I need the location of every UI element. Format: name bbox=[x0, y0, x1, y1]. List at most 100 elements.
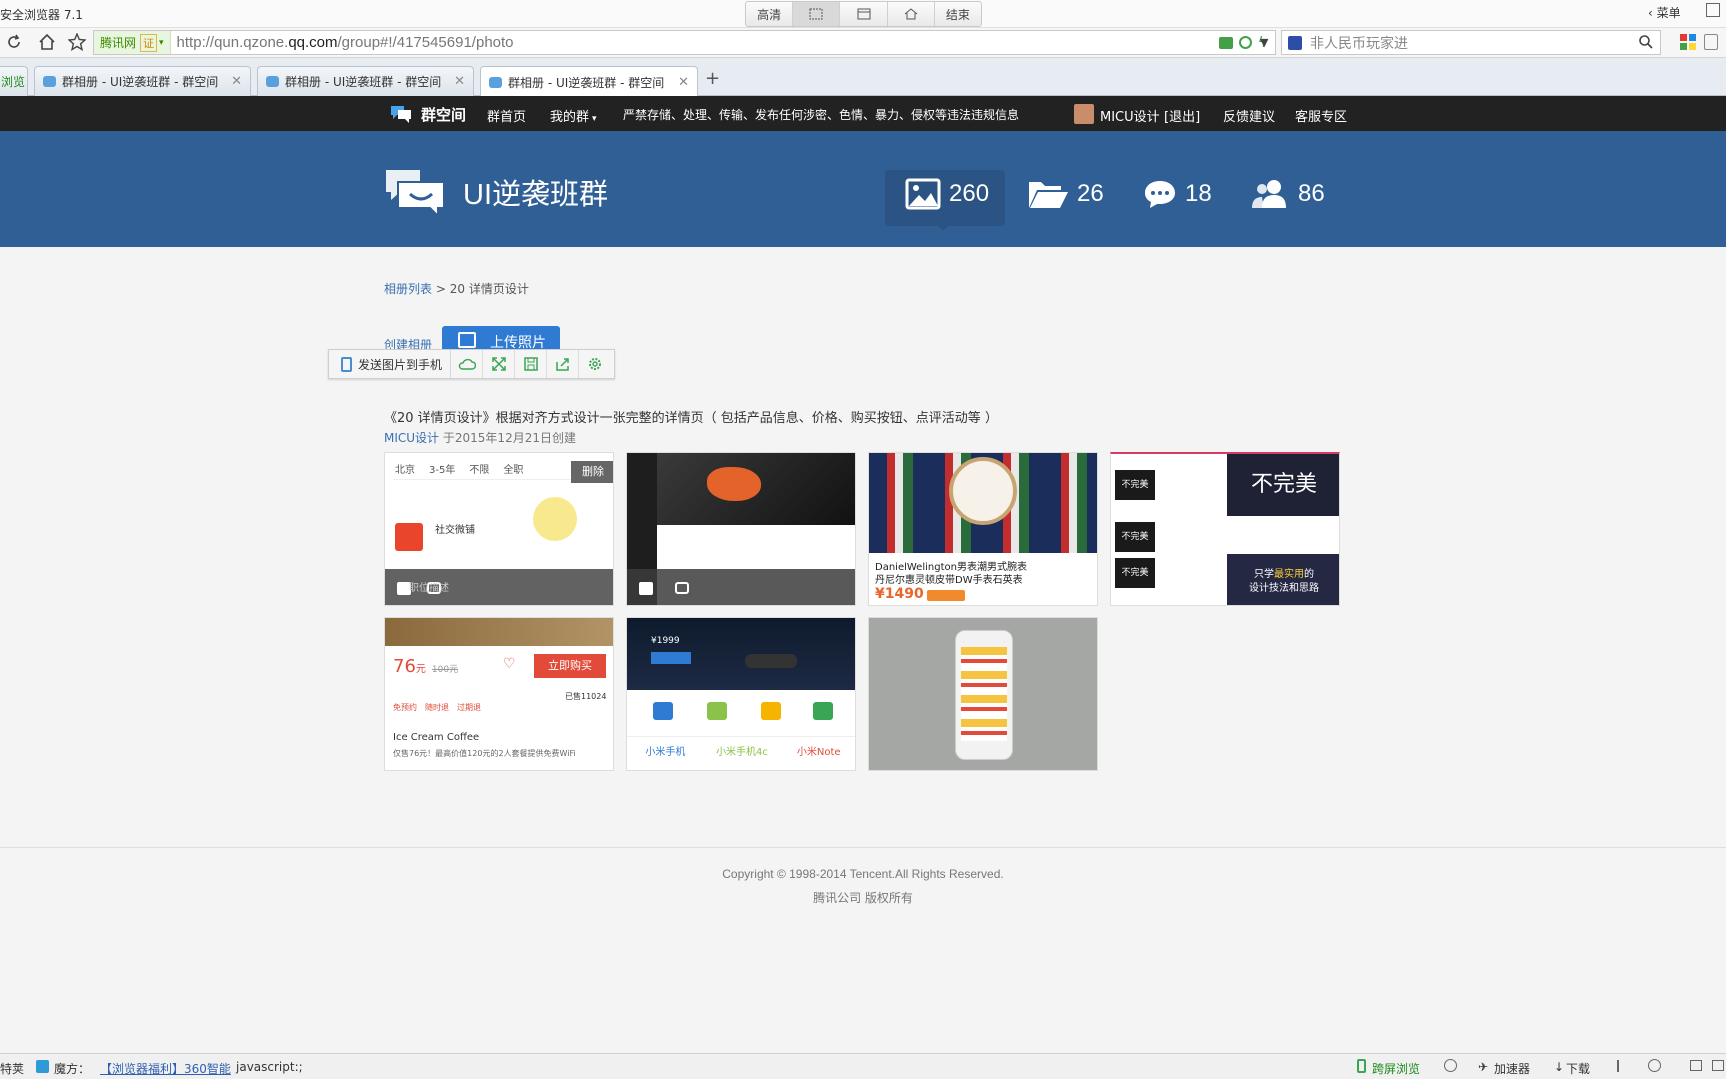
accelerator-button[interactable]: 加速器 bbox=[1494, 1060, 1530, 1077]
download-button[interactable]: 下载 bbox=[1566, 1060, 1590, 1077]
cloud-save-button[interactable] bbox=[451, 350, 484, 378]
ie-icon[interactable] bbox=[1648, 1059, 1661, 1072]
chevron-left-icon: ‹ bbox=[1648, 6, 1657, 20]
window-button[interactable] bbox=[840, 2, 888, 26]
cursor-highlight bbox=[533, 497, 577, 541]
copyright: Copyright © 1998-2014 Tencent.All Rights… bbox=[722, 867, 1004, 881]
footer-divider bbox=[0, 847, 1726, 848]
product-label: 小米手机4c bbox=[716, 747, 768, 758]
photo-hover-bar bbox=[627, 569, 855, 605]
hd-button[interactable]: 高清 bbox=[746, 2, 794, 26]
save-button[interactable] bbox=[515, 350, 548, 378]
stat-comments[interactable]: 18 bbox=[1143, 178, 1212, 210]
search-field[interactable]: 非人民币玩家进 bbox=[1281, 30, 1661, 55]
comment-icon[interactable] bbox=[675, 582, 689, 594]
user-name[interactable]: MICU设计 bbox=[1100, 106, 1160, 125]
logout-link[interactable]: [退出] bbox=[1164, 106, 1200, 125]
cloud-icon bbox=[458, 358, 476, 370]
settings-button[interactable] bbox=[579, 350, 611, 378]
status-text: javascript:; bbox=[236, 1060, 303, 1074]
nav-my-groups[interactable]: 我的群 ▾ bbox=[550, 106, 597, 125]
menu-button[interactable]: ‹ 菜单 bbox=[1648, 4, 1681, 21]
recycle-icon[interactable] bbox=[1238, 36, 1252, 49]
site-top-nav: 群空间 群首页 我的群 ▾ 严禁存储、处理、传输、发布任何涉密、色情、暴力、侵权等… bbox=[0, 96, 1726, 131]
nav-home[interactable]: 群首页 bbox=[487, 106, 526, 125]
url-text[interactable]: http://qun.qzone.qq.com/group#!/41754569… bbox=[171, 34, 514, 51]
photo-thumb-3[interactable]: DanielWelington男表潮男式腕表 丹尼尔惠灵顿皮带DW手表石英表 ¥… bbox=[868, 452, 1098, 606]
delete-button[interactable]: 删除 bbox=[571, 461, 613, 483]
file-icon bbox=[761, 702, 781, 720]
photo-caption: 职位描述 bbox=[409, 583, 449, 594]
end-button[interactable]: 结束 bbox=[935, 2, 981, 26]
active-stat-pointer bbox=[936, 224, 950, 231]
phone-icon bbox=[341, 356, 352, 372]
breadcrumb-album-list[interactable]: 相册列表 bbox=[384, 282, 432, 296]
refresh-icon[interactable] bbox=[6, 34, 22, 50]
close-tab-icon[interactable]: ✕ bbox=[448, 74, 465, 89]
watch-price: ¥1490 bbox=[875, 586, 924, 602]
photo-count: 260 bbox=[949, 180, 990, 207]
send-to-phone-button[interactable]: 发送图片到手机 bbox=[329, 350, 452, 378]
home-icon[interactable] bbox=[38, 33, 56, 51]
window-icon[interactable] bbox=[1690, 1060, 1702, 1071]
tab-album-2[interactable]: 群相册 - UI逆袭班群 - 群空间 ✕ bbox=[257, 66, 474, 96]
search-icon[interactable] bbox=[1638, 34, 1654, 50]
scooter-shape bbox=[745, 654, 797, 668]
photo-thumb-1[interactable]: 北京 3-5年 不限 全职 社交微铺 删除 职位描述 bbox=[384, 452, 614, 606]
banner-cta bbox=[651, 652, 691, 664]
photo-thumb-5[interactable]: 76元 100元 ♡ 立即购买 已售11024 免预约 随时退 过期退 Ice Cre… bbox=[384, 617, 614, 771]
avatar[interactable] bbox=[1074, 104, 1094, 124]
photo-thumb-4[interactable]: 不完美 不完美 不完美 不完美 只学最实用的 设计技法和思路 bbox=[1110, 452, 1340, 606]
close-tab-icon[interactable]: ✕ bbox=[225, 74, 242, 89]
tab-album-1[interactable]: 群相册 - UI逆袭班群 - 群空间 ✕ bbox=[34, 66, 251, 96]
photo-thumb-6[interactable]: ¥1999 小米手机 小米手机4c 小米Note bbox=[626, 617, 856, 771]
stat-photos[interactable]: 260 bbox=[905, 178, 989, 210]
photo-thumb-2[interactable] bbox=[626, 452, 856, 606]
screenshot-button[interactable] bbox=[793, 2, 841, 26]
star-icon[interactable] bbox=[68, 33, 86, 51]
album-description: 《20 详情页设计》根据对齐方式设计一张完整的详情页（ 包括产品信息、价格、购买… bbox=[384, 411, 998, 426]
reader-icon[interactable] bbox=[1218, 36, 1233, 49]
course-thumb: 不完美 bbox=[1115, 470, 1155, 500]
close-tab-icon[interactable]: ✕ bbox=[672, 75, 689, 90]
site-verify-badge[interactable]: 腾讯网证 ▾ bbox=[94, 31, 171, 54]
stat-albums[interactable]: 26 bbox=[1027, 178, 1104, 210]
promo-link[interactable]: 【浏览器福利】360智能 bbox=[100, 1060, 231, 1077]
image-tool-popup: 发送图片到手机 bbox=[328, 349, 615, 379]
cert-badge: 证 bbox=[140, 33, 158, 52]
brand-calligraphy: 不完美 bbox=[1227, 454, 1339, 516]
cross-screen-button[interactable]: 跨屏浏览 bbox=[1372, 1060, 1420, 1077]
deal-price: 76元 100元 bbox=[393, 656, 458, 677]
service-link[interactable]: 客服专区 bbox=[1295, 106, 1347, 125]
flag-icon[interactable] bbox=[1617, 1060, 1629, 1072]
refresh-status-icon[interactable] bbox=[1444, 1059, 1457, 1072]
tab-browse[interactable]: 浏览 bbox=[0, 66, 28, 96]
tab-album-active[interactable]: 群相册 - UI逆袭班群 - 群空间 ✕ bbox=[480, 66, 698, 97]
fullscreen-button[interactable] bbox=[483, 350, 516, 378]
browser-toolbar: 高清 结束 bbox=[745, 1, 982, 27]
url-dropdown-icon[interactable]: ▼ bbox=[1260, 36, 1268, 49]
apps-icon[interactable] bbox=[1680, 34, 1696, 50]
shirt-icon[interactable] bbox=[1706, 3, 1720, 17]
tab-label: 浏览 bbox=[1, 75, 26, 89]
brand-link[interactable]: 群空间 bbox=[421, 104, 466, 125]
company-logo bbox=[395, 523, 423, 551]
magic-label[interactable]: 魔方： bbox=[54, 1060, 90, 1077]
share-button[interactable] bbox=[547, 350, 580, 378]
album-author-link[interactable]: MICU设计 bbox=[384, 431, 439, 445]
job-tag: 北京 bbox=[395, 465, 415, 476]
clipboard-icon[interactable] bbox=[1704, 34, 1718, 50]
like-icon[interactable] bbox=[639, 582, 653, 595]
status-left[interactable]: 特荚 bbox=[0, 1060, 24, 1077]
home-tool-button[interactable] bbox=[888, 2, 935, 26]
search-engine-icon[interactable] bbox=[1288, 36, 1302, 50]
feedback-link[interactable]: 反馈建议 bbox=[1223, 106, 1275, 125]
window-icon bbox=[857, 8, 870, 20]
search-placeholder: 非人民币玩家进 bbox=[1310, 35, 1408, 52]
photo-thumb-7[interactable] bbox=[868, 617, 1098, 771]
stat-members[interactable]: 86 bbox=[1250, 178, 1325, 210]
phone-mockup bbox=[955, 630, 1013, 760]
speaker-icon[interactable] bbox=[1712, 1060, 1724, 1071]
url-field[interactable]: 腾讯网证 ▾ http://qun.qzone.qq.com/group#!/41… bbox=[93, 30, 1276, 55]
new-tab-button[interactable]: + bbox=[705, 68, 720, 89]
